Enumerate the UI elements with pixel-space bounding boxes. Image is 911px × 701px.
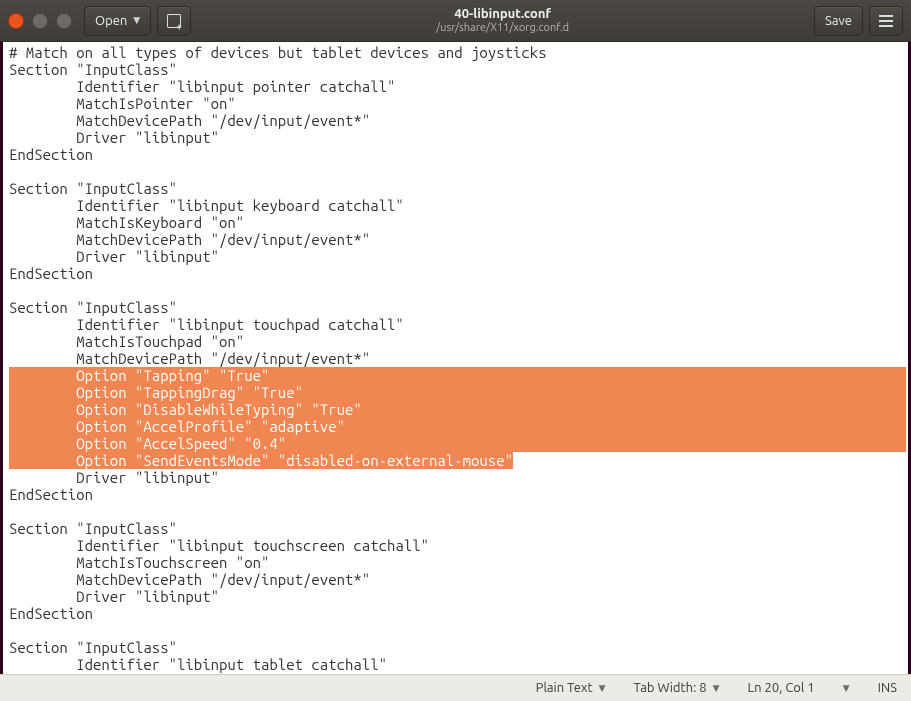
code-line [9,282,906,299]
code-line-selected: Option "TappingDrag" "True" [9,384,906,401]
title-area: 40-libinput.conf /usr/share/X11/xorg.con… [197,7,808,33]
text-editor[interactable]: # Match on all types of devices but tabl… [3,42,908,674]
code-line-selected: Option "SendEventsMode" "disabled-on-ext… [9,452,513,469]
code-line: MatchDevicePath "/dev/input/event*" [9,112,906,129]
syntax-label: Plain Text [536,681,593,695]
code-line-selected: Option "AccelSpeed" "0.4" [9,435,906,452]
open-button[interactable]: Open ▼ [84,6,151,36]
document-subtitle: /usr/share/X11/xorg.conf.d [436,22,569,34]
code-line: Identifier "libinput touchscreen catchal… [9,537,906,554]
chevron-down-icon: ▼ [599,683,606,694]
chevron-down-icon: ▼ [843,683,850,694]
code-line: MatchIsTouchpad "on" [9,333,906,350]
code-line: Identifier "libinput tablet catchall" [9,656,906,673]
code-line: Driver "libinput" [9,248,906,265]
headerbar: Open ▼ + 40-libinput.conf /usr/share/X11… [0,0,911,42]
code-line: MatchIsKeyboard "on" [9,214,906,231]
code-line: EndSection [9,486,906,503]
code-line: MatchIsPointer "on" [9,95,906,112]
code-line: MatchIsTouchscreen "on" [9,554,906,571]
code-line-selected: Option "AccelProfile" "adaptive" [9,418,906,435]
code-line: Section "InputClass" [9,639,906,656]
code-line [9,622,906,639]
cursor-position: Ln 20, Col 1 [748,681,815,695]
window-controls [8,13,72,29]
close-window-button[interactable] [8,13,24,29]
code-line: Section "InputClass" [9,61,906,78]
code-line: Identifier "libinput keyboard catchall" [9,197,906,214]
chevron-down-icon: ▼ [713,683,720,694]
code-line: MatchDevicePath "/dev/input/event*" [9,350,906,367]
code-line: Driver "libinput" [9,129,906,146]
open-button-label: Open [95,14,127,28]
cursor-position-label: Ln 20, Col 1 [748,681,815,695]
editor-container: # Match on all types of devices but tabl… [0,42,911,674]
code-line: Section "InputClass" [9,299,906,316]
maximize-window-button[interactable] [56,13,72,29]
gedit-window: Open ▼ + 40-libinput.conf /usr/share/X11… [0,0,911,701]
code-line: EndSection [9,265,906,282]
code-line-selected: Option "Tapping" "True" [9,367,906,384]
code-line [9,163,906,180]
code-line: MatchDevicePath "/dev/input/event*" [9,231,906,248]
document-title: 40-libinput.conf [454,7,551,21]
code-line: Identifier "libinput touchpad catchall" [9,316,906,333]
code-line: Section "InputClass" [9,520,906,537]
save-button-label: Save [825,14,852,28]
code-line: Driver "libinput" [9,588,906,605]
new-document-icon: + [167,14,181,28]
code-line: Identifier "libinput pointer catchall" [9,78,906,95]
hamburger-icon [879,15,893,27]
tabwidth-selector[interactable]: Tab Width: 8 ▼ [634,681,720,695]
code-line: EndSection [9,146,906,163]
tabwidth-label: Tab Width: 8 [634,681,707,695]
insert-mode-label: INS [878,681,897,695]
code-line: EndSection [9,605,906,622]
save-button[interactable]: Save [814,6,863,36]
statusbar: Plain Text ▼ Tab Width: 8 ▼ Ln 20, Col 1… [0,674,911,701]
code-line: # Match on all types of devices but tabl… [9,44,906,61]
code-line: Driver "libinput" [9,469,906,486]
line-menu-button[interactable]: ▼ [843,683,850,694]
minimize-window-button[interactable] [32,13,48,29]
insert-mode[interactable]: INS [878,681,897,695]
code-line-selected: Option "DisableWhileTyping" "True" [9,401,906,418]
new-tab-button[interactable]: + [157,6,191,36]
hamburger-menu-button[interactable] [869,6,903,36]
chevron-down-icon: ▼ [133,15,140,26]
code-line [9,503,906,520]
syntax-selector[interactable]: Plain Text ▼ [536,681,606,695]
code-line: Section "InputClass" [9,180,906,197]
code-line: MatchDevicePath "/dev/input/event*" [9,571,906,588]
code-line: Option "SendEventsMode" "disabled-on-ext… [9,452,906,469]
